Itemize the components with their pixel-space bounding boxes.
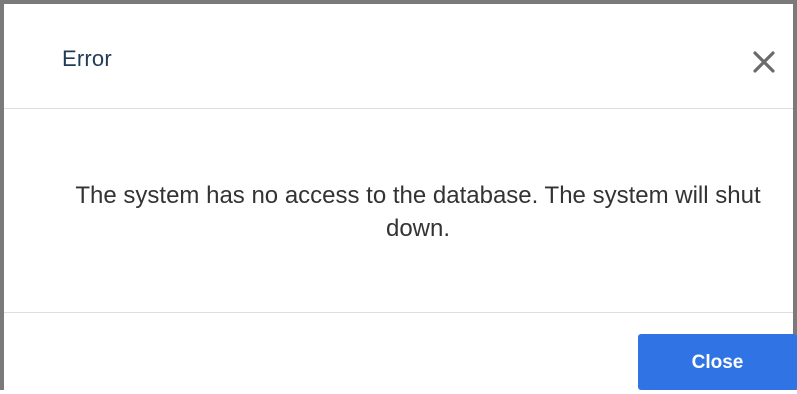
close-icon[interactable] bbox=[751, 49, 777, 75]
dialog-title: Error bbox=[62, 46, 112, 71]
dialog-body: The system has no access to the database… bbox=[4, 110, 793, 313]
dialog-footer: Close bbox=[4, 314, 797, 394]
close-button[interactable]: Close bbox=[638, 334, 797, 390]
error-dialog: Error The system has no access to the da… bbox=[0, 0, 797, 390]
error-message: The system has no access to the database… bbox=[75, 182, 761, 242]
dialog-header: Error bbox=[4, 4, 793, 109]
